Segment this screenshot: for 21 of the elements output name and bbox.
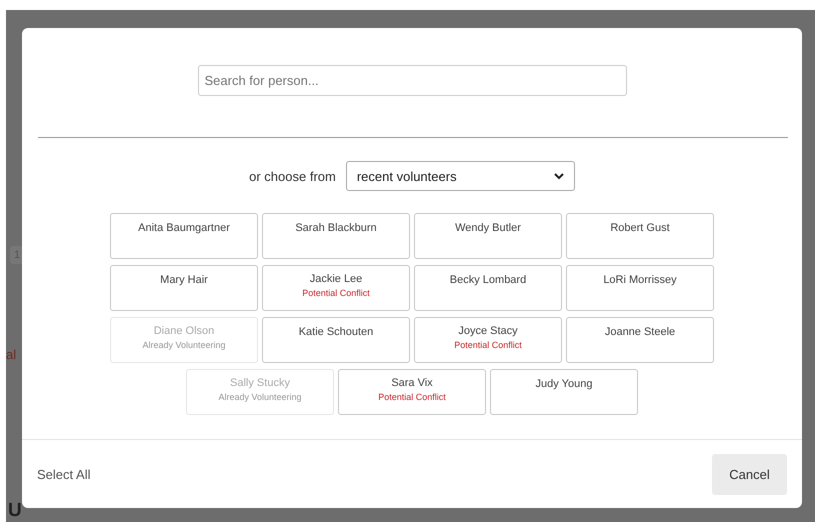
person-button[interactable]: Judy Young <box>490 369 638 415</box>
page-heading: U <box>8 500 22 522</box>
chevron-down-icon <box>554 172 564 180</box>
person-button[interactable]: Sarah Blackburn <box>262 213 410 259</box>
person-button[interactable]: Robert Gust <box>566 213 714 259</box>
person-button[interactable]: Mary Hair <box>110 265 258 311</box>
person-button[interactable]: Anita Baumgartner <box>110 213 258 259</box>
person-button[interactable]: Joyce Stacy Potential Conflict <box>414 317 562 363</box>
search-field[interactable]: Search for person... <box>198 65 626 96</box>
choose-label: or choose from <box>249 168 336 184</box>
person-button[interactable]: Sara Vix Potential Conflict <box>338 369 486 415</box>
page-link-text: al <box>6 347 16 362</box>
select-all-link[interactable]: Select All <box>37 466 90 482</box>
cancel-button[interactable]: Cancel <box>712 454 787 494</box>
list-dropdown[interactable]: recent volunteers <box>346 161 575 191</box>
person-button[interactable]: Katie Schouten <box>262 317 410 363</box>
person-button[interactable]: Wendy Butler <box>414 213 562 259</box>
person-button[interactable]: LoRi Morrissey <box>566 265 714 311</box>
person-button[interactable]: Becky Lombard <box>414 265 562 311</box>
person-button[interactable]: Joanne Steele <box>566 317 714 363</box>
person-button[interactable]: Jackie Lee Potential Conflict <box>262 265 410 311</box>
